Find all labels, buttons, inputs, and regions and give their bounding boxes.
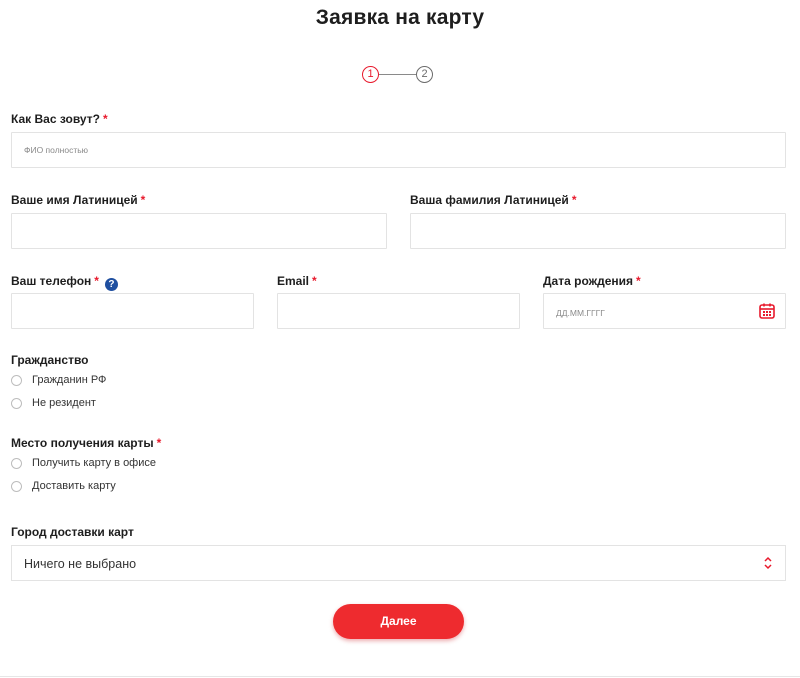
radio-label: Не резидент — [32, 397, 96, 409]
first-name-latin-input[interactable] — [11, 213, 387, 249]
step-indicator: 1 2 — [362, 66, 434, 84]
full-name-label-text: Как Вас зовут? — [11, 112, 100, 126]
full-name-input[interactable]: ФИО полностью — [11, 132, 786, 168]
citizenship-label: Гражданство — [11, 353, 89, 367]
email-label-text: Email — [277, 274, 310, 288]
help-icon[interactable]: ? — [104, 278, 118, 291]
phone-input[interactable] — [11, 293, 254, 329]
email-input[interactable] — [277, 293, 520, 329]
radio-button[interactable] — [11, 457, 22, 469]
radio-label: Гражданин РФ — [32, 374, 107, 386]
required-mark: * — [140, 193, 146, 207]
last-name-latin-input[interactable] — [410, 213, 786, 249]
radio-label: Доставить карту — [32, 480, 116, 492]
calendar-icon[interactable] — [758, 302, 776, 320]
required-mark: * — [102, 112, 108, 126]
phone-label-text: Ваш телефон — [11, 274, 92, 288]
chevron-updown-icon — [764, 556, 772, 570]
birth-date-label-text: Дата рождения — [543, 274, 634, 288]
email-label: Email * — [277, 274, 317, 288]
radio-button[interactable] — [11, 397, 22, 409]
required-mark: * — [156, 436, 162, 450]
phone-label: Ваш телефон *? — [11, 274, 118, 291]
card-application-page: Заявка на карту 1 2 Как Вас зовут? * ФИО … — [0, 0, 800, 678]
radio-button[interactable] — [11, 480, 22, 492]
radio-button[interactable] — [11, 374, 22, 386]
required-mark: * — [312, 274, 317, 288]
citizenship-option-nonresident[interactable]: Не резидент — [11, 396, 96, 410]
next-button[interactable]: Далее — [333, 604, 464, 639]
birth-date-input[interactable]: ДД.ММ.ГГГГ — [543, 293, 786, 329]
delivery-city-selected: Ничего не выбрано — [24, 557, 137, 571]
delivery-city-select[interactable]: Ничего не выбрано — [11, 545, 786, 581]
pickup-option-delivery[interactable]: Доставить карту — [11, 479, 116, 493]
required-mark: * — [94, 274, 99, 288]
step-1: 1 — [362, 66, 379, 83]
divider — [0, 676, 800, 677]
step-connector — [379, 74, 416, 75]
radio-label: Получить карту в офисе — [32, 457, 156, 469]
required-mark: * — [636, 274, 641, 288]
pickup-option-office[interactable]: Получить карту в офисе — [11, 456, 156, 470]
card-pickup-label: Место получения карты * — [11, 436, 161, 450]
citizenship-option-rf[interactable]: Гражданин РФ — [11, 373, 106, 387]
last-name-latin-label-text: Ваша фамилия Латиницей — [410, 193, 569, 207]
first-name-latin-label-text: Ваше имя Латиницей — [11, 193, 138, 207]
card-pickup-label-text: Место получения карты — [11, 436, 154, 450]
full-name-placeholder: ФИО полностью — [24, 145, 89, 155]
last-name-latin-label: Ваша фамилия Латиницей * — [410, 193, 576, 207]
required-mark: * — [571, 193, 577, 207]
page-title: Заявка на карту — [315, 6, 485, 29]
delivery-city-label: Город доставки карт — [11, 525, 134, 539]
full-name-label: Как Вас зовут? * — [11, 112, 108, 126]
birth-date-label: Дата рождения * — [543, 274, 641, 288]
first-name-latin-label: Ваше имя Латиницей * — [11, 193, 145, 207]
step-2: 2 — [416, 66, 433, 83]
birth-date-placeholder: ДД.ММ.ГГГГ — [556, 308, 605, 318]
